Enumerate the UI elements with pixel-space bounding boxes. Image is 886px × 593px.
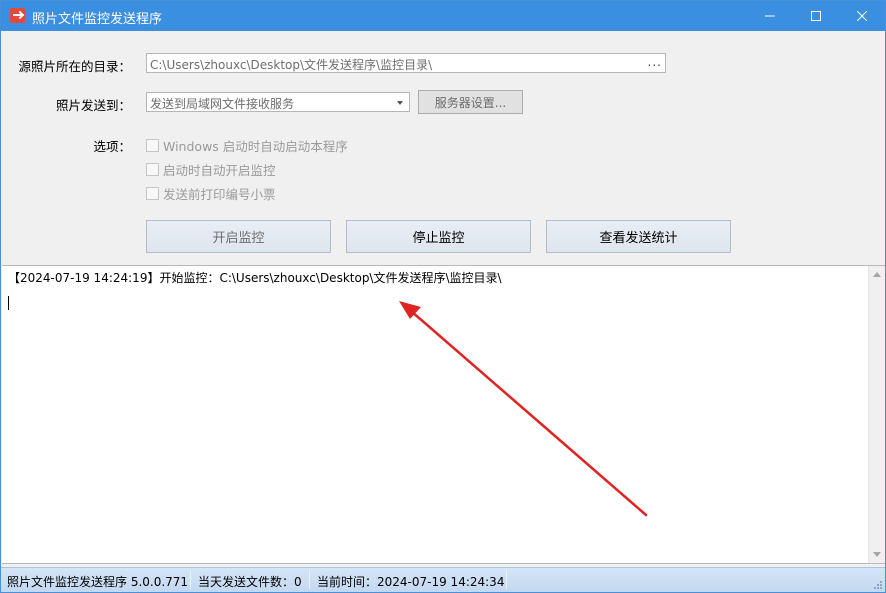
option-label: 发送前打印编号小票 [163, 186, 276, 202]
option-print-ticket-checkbox[interactable]: 发送前打印编号小票 [146, 185, 276, 202]
app-icon [10, 8, 25, 23]
window-title: 照片文件监控发送程序 [32, 12, 163, 27]
server-settings-button[interactable]: 服务器设置... [418, 90, 523, 114]
send-target-value: 发送到局域网文件接收服务 [150, 97, 295, 111]
start-monitor-button[interactable]: 开启监控 [146, 220, 331, 253]
minimize-button[interactable] [747, 1, 793, 31]
status-divider [190, 571, 191, 589]
send-target-label: 照片发送到： [55, 98, 131, 113]
source-dir-label: 源照片所在的目录： [18, 59, 131, 74]
checkbox-icon [146, 138, 159, 152]
options-label: 选项： [93, 139, 131, 154]
option-label: 启动时自动开启监控 [163, 162, 276, 178]
log-textarea[interactable]: 【2024-07-19 14:24:19】开始监控：C:\Users\zhoux… [2, 265, 885, 564]
maximize-icon [811, 11, 821, 21]
checkbox-icon [146, 162, 159, 176]
option-label: Windows 启动时自动启动本程序 [163, 138, 348, 154]
source-dir-field[interactable]: C:\Users\zhouxc\Desktop\文件发送程序\监控目录\ ... [146, 53, 666, 73]
chevron-down-icon [397, 101, 403, 105]
log-scrollbar[interactable] [868, 266, 885, 563]
stop-monitor-button[interactable]: 停止监控 [346, 220, 531, 253]
close-button[interactable] [839, 1, 885, 31]
status-app-version: 照片文件监控发送程序 5.0.0.771 [7, 575, 189, 589]
status-divider [309, 571, 310, 589]
status-current-time: 当前时间：2024-07-19 14:24:34 [317, 575, 505, 589]
scroll-down-icon[interactable] [873, 552, 881, 557]
scroll-up-icon[interactable] [873, 272, 881, 277]
resize-grip-icon[interactable] [873, 580, 883, 590]
status-sent-today: 当天发送文件数：0 [198, 575, 302, 589]
option-auto-monitor-checkbox[interactable]: 启动时自动开启监控 [146, 161, 276, 178]
status-bar: 照片文件监控发送程序 5.0.0.771 当天发送文件数：0 当前时间：2024… [1, 567, 885, 592]
minimize-icon [765, 15, 775, 17]
checkbox-icon [146, 186, 159, 200]
status-divider [506, 571, 507, 589]
title-bar: 照片文件监控发送程序 [1, 1, 885, 31]
browse-dir-button[interactable]: ... [648, 55, 662, 69]
text-caret [8, 296, 9, 310]
option-autostart-checkbox[interactable]: Windows 启动时自动启动本程序 [146, 137, 348, 154]
log-line: 【2024-07-19 14:24:19】开始监控：C:\Users\zhoux… [8, 271, 502, 285]
main-window: 照片文件监控发送程序 源照片所在的目录： C:\Users\zhouxc\Des… [0, 0, 886, 593]
maximize-button[interactable] [793, 1, 839, 31]
view-stats-button[interactable]: 查看发送统计 [546, 220, 731, 253]
close-icon [857, 11, 867, 21]
send-target-select[interactable]: 发送到局域网文件接收服务 [146, 92, 410, 112]
source-dir-value: C:\Users\zhouxc\Desktop\文件发送程序\监控目录\ [150, 58, 433, 72]
